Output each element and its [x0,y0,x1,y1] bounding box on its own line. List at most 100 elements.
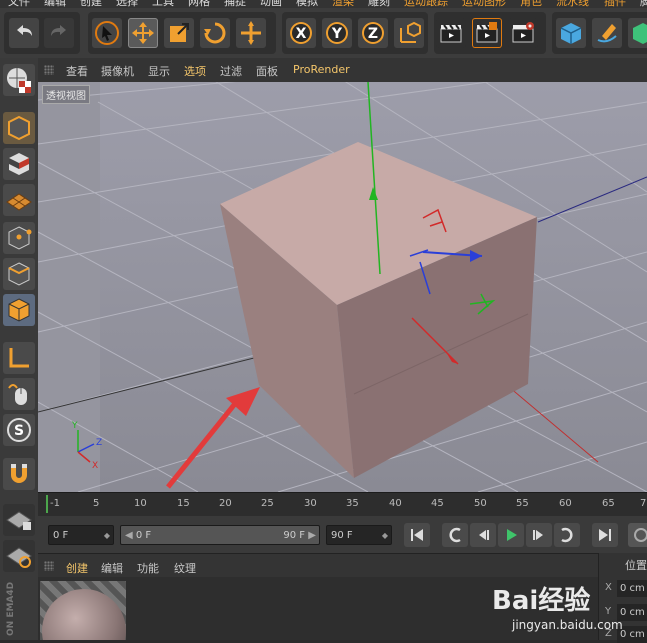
material-menu-edit[interactable]: 编辑 [101,560,123,576]
panel-drag-handle[interactable] [44,561,54,571]
clapper-gear-icon [512,22,534,43]
perspective-viewport[interactable]: Y Z X 透视视图 [38,82,647,492]
previous-key-button[interactable] [442,523,468,547]
clapper-render-icon [476,22,498,43]
viewport-menu-filter[interactable]: 过滤 [220,63,242,79]
menu-character[interactable]: 角色 [520,0,542,8]
range-start-handle-icon: ◀ [125,530,133,541]
clapper-icon [440,24,462,43]
timeline-tick: -1 [50,498,60,509]
lock-workplane-button[interactable] [3,504,35,536]
material-swatch[interactable] [40,581,126,640]
goto-end-button[interactable] [592,523,618,547]
select-arrow-icon [95,21,119,45]
make-editable-button[interactable] [3,64,35,96]
x-axis-lock-button[interactable]: X [286,18,316,48]
menu-render[interactable]: 渲染 [332,0,354,8]
scale-tool-button[interactable] [164,18,194,48]
viewport-menu-view[interactable]: 查看 [66,63,88,79]
brand-vertical-text: ON EMA4D [6,581,16,636]
cube-object-button[interactable] [556,18,586,48]
menu-create[interactable]: 创建 [80,0,102,8]
next-key-button[interactable] [554,523,580,547]
menu-mograph[interactable]: 运动图形 [462,0,506,8]
axis-mode-button[interactable] [3,342,35,374]
viewport-menu-cameras[interactable]: 摄像机 [101,63,134,79]
undo-button[interactable] [9,18,39,48]
texture-mode-button[interactable] [3,148,35,180]
viewport-menu-prorender[interactable]: ProRender [293,63,350,76]
transform-tools-group [88,12,276,54]
y-axis-lock-button[interactable]: Y [322,18,352,48]
menu-mesh[interactable]: 网格 [188,0,210,8]
main-menubar: 文件 编辑 创建 选择 工具 网格 捕捉 动画 模拟 渲染 雕刻 运动跟踪 运动… [0,0,647,8]
planar-workplane-button[interactable] [3,540,35,572]
menu-script[interactable]: 脚 [640,0,647,8]
coordinate-system-button[interactable] [394,18,424,48]
stepper-arrows-icon: ◆ [381,531,388,540]
workplane-button[interactable] [3,184,35,216]
model-mode-button[interactable] [3,112,35,144]
edges-mode-button[interactable] [3,258,35,290]
menu-plugins[interactable]: 插件 [604,0,626,8]
menu-sculpt[interactable]: 雕刻 [368,0,390,8]
render-to-picture-viewer-button[interactable] [472,18,502,48]
z-axis-icon: Z [362,22,384,44]
material-menu-function[interactable]: 功能 [137,560,159,576]
green-cube-icon [633,23,647,44]
position-header: 位置 [625,559,647,572]
tweak-mode-button[interactable] [3,378,35,410]
polygons-cube-icon [8,298,30,322]
playhead-marker[interactable] [46,495,48,513]
objects-group [552,12,647,54]
menu-tools[interactable]: 工具 [152,0,174,8]
pen-spline-button[interactable] [592,18,622,48]
watermark-url: jingyan.baidu.com [512,618,623,632]
menu-pipeline[interactable]: 流水线 [556,0,589,8]
render-settings-button[interactable] [508,18,538,48]
rotate-tool-button[interactable] [200,18,230,48]
points-mode-button[interactable] [3,222,35,254]
menu-snap[interactable]: 捕捉 [224,0,246,8]
z-axis-lock-button[interactable]: Z [358,18,388,48]
viewport-menu-options[interactable]: 选项 [184,63,206,79]
svg-text:S: S [14,423,24,439]
cube-icon [560,23,582,44]
previous-frame-button[interactable] [470,523,496,547]
menu-simulate[interactable]: 模拟 [296,0,318,8]
live-transform-button[interactable] [236,18,266,48]
move-tool-button[interactable] [128,18,158,48]
select-tool-button[interactable] [92,18,122,48]
redo-button[interactable] [44,18,74,48]
polygons-mode-button[interactable] [3,294,35,326]
timeline-tick: 50 [474,498,487,509]
menu-select[interactable]: 选择 [116,0,138,8]
solo-button[interactable]: S [3,414,35,446]
current-frame-field[interactable]: 0 F ◆ [48,525,114,545]
frame-range-slider[interactable]: ◀ 0 F 90 F ▶ [120,525,320,545]
menu-edit[interactable]: 编辑 [44,0,66,8]
svg-text:Z: Z [96,438,102,448]
timeline-ruler[interactable]: -1 5 10 15 20 25 30 35 40 45 50 55 60 65… [38,492,647,517]
generator-button[interactable] [628,18,647,48]
model-cube-icon [8,115,30,141]
menu-motion-tracking[interactable]: 运动跟踪 [404,0,448,8]
menu-animate[interactable]: 动画 [260,0,282,8]
render-view-button[interactable] [436,18,466,48]
world-coordinates-icon [400,21,421,43]
viewport-menu-panel[interactable]: 面板 [256,63,278,79]
points-cube-icon [8,226,32,250]
timeline-tick: 60 [559,498,572,509]
goto-start-button[interactable] [404,523,430,547]
material-menu-texture[interactable]: 纹理 [174,560,196,576]
play-forward-button[interactable] [498,523,524,547]
snap-button[interactable] [3,458,35,490]
record-button[interactable] [628,523,647,547]
grid-plane-icon [6,193,32,211]
material-menu-create[interactable]: 创建 [66,560,88,576]
menu-file[interactable]: 文件 [8,0,30,8]
next-frame-button[interactable] [526,523,552,547]
max-frame-field[interactable]: 90 F ◆ [326,525,392,545]
panel-drag-handle[interactable] [44,65,54,75]
viewport-menu-display[interactable]: 显示 [148,63,170,79]
